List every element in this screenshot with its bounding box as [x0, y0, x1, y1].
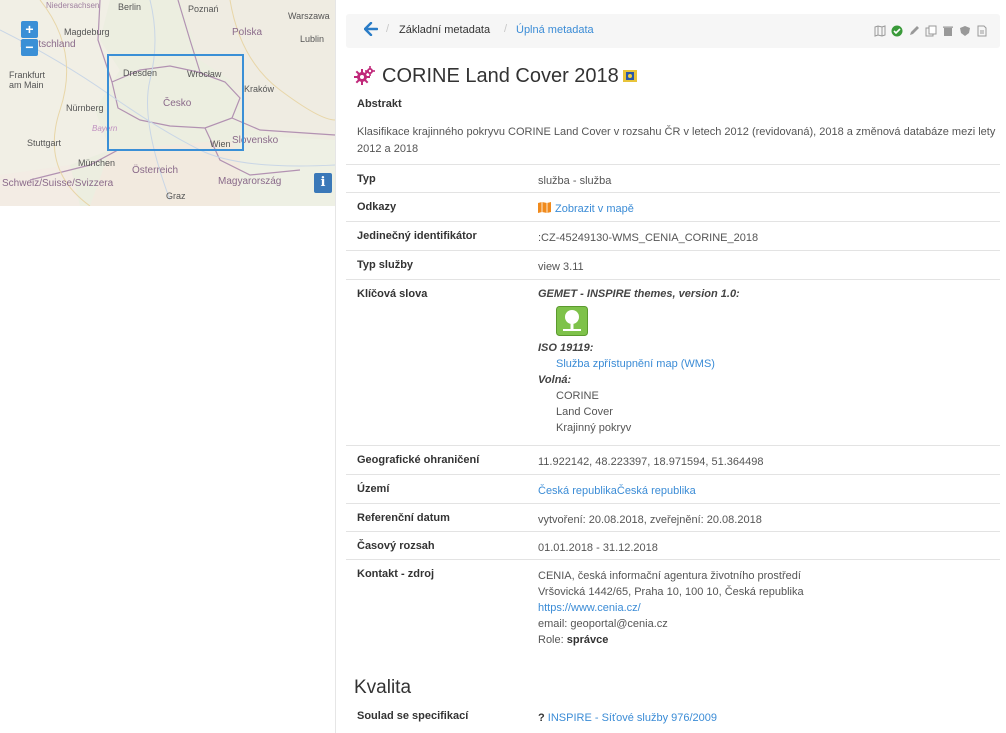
map-label: Polska — [232, 27, 263, 38]
map-label: Magyarország — [218, 176, 282, 187]
field-label: Území — [357, 483, 390, 495]
contact-email: email: geoportal@cenia.cz — [538, 618, 668, 630]
map-label: Österreich — [132, 165, 179, 176]
row-klicova-slova: Klíčová slova GEMET - INSPIRE themes, ve… — [346, 279, 1000, 446]
contact-block: CENIA, česká informační agentura životní… — [538, 568, 804, 648]
field-label: Odkazy — [357, 201, 397, 213]
conformity-value: ? INSPIRE - Síťové služby 976/2009 — [538, 710, 717, 726]
field-value: view 3.11 — [538, 261, 584, 273]
breadcrumb-upln-metadata[interactable]: Úplná metadata — [516, 24, 594, 36]
show-in-map-link[interactable]: Zobrazit v mapě — [538, 201, 634, 217]
field-label: Jedinečný identifikátor — [357, 230, 477, 242]
breadcrumb-separator: / — [386, 23, 390, 35]
contact-organization: CENIA, česká informační agentura životní… — [538, 570, 801, 582]
row-uzemi: Území Česká republikaČeská republika — [346, 474, 1000, 504]
field-value: :CZ-45249130-WMS_CENIA_CORINE_2018 — [538, 232, 759, 244]
keywords-block: GEMET - INSPIRE themes, version 1.0: ISO… — [538, 286, 740, 436]
map-label: Poznań — [188, 4, 219, 14]
contact-role-label: Role: — [538, 634, 564, 646]
contact-role: Role: správce — [538, 632, 804, 648]
zoom-in-button[interactable]: + — [21, 21, 38, 38]
map-label: Nürnberg — [66, 103, 104, 113]
territory-link[interactable]: Česká republikaČeská republika — [538, 483, 696, 499]
field-value: 01.01.2018 - 31.12.2018 — [538, 542, 658, 554]
row-kontakt: Kontakt - zdroj CENIA, česká informační … — [346, 559, 1000, 662]
keyword-item: CORINE — [556, 390, 599, 402]
row-referencni-datum: Referenční datum vytvoření: 20.08.2018, … — [346, 503, 1000, 532]
shield-icon[interactable] — [959, 24, 971, 38]
abstract-heading: Abstrakt — [357, 98, 402, 110]
keyword-thesaurus-gemet: GEMET - INSPIRE themes, version 1.0: — [538, 288, 740, 300]
eu-flag-icon — [622, 70, 637, 82]
field-label: Typ — [357, 173, 376, 185]
map-label: Lublin — [300, 34, 325, 44]
map-label: Berlin — [118, 2, 142, 12]
map-label: Stuttgart — [27, 138, 62, 148]
back-arrow-icon[interactable] — [363, 21, 379, 38]
map-label: Kraków — [244, 84, 275, 94]
pdf-icon[interactable] — [976, 24, 988, 38]
contact-role-value: správce — [566, 634, 609, 646]
field-label: Klíčová slova — [357, 288, 428, 300]
row-casovy-rozsah: Časový rozsah 01.01.2018 - 31.12.2018 — [346, 531, 1000, 560]
copy-icon[interactable] — [925, 24, 937, 38]
map-label: Magdeburg — [64, 27, 110, 37]
row-identifikator: Jedinečný identifikátor :CZ-45249130-WMS… — [346, 221, 1000, 251]
show-in-map-label: Zobrazit v mapě — [555, 203, 634, 215]
contact-address: Vršovická 1442/65, Praha 10, 100 10, Čes… — [538, 586, 804, 598]
map-view[interactable]: Niedersachsen Berlin Poznań Polska Warsz… — [0, 0, 335, 206]
page-title: CORINE Land Cover 2018 — [382, 64, 619, 87]
keyword-item: Krajinný pokryv — [556, 422, 632, 434]
conformity-unknown-marker: ? — [538, 712, 545, 724]
record-title-row: CORINE Land Cover 2018 — [354, 62, 637, 90]
map-label: Graz — [166, 191, 186, 201]
pencil-icon[interactable] — [908, 24, 920, 38]
map-info-button[interactable]: i — [314, 173, 332, 193]
toolbar-actions — [874, 24, 988, 38]
keyword-item: Land Cover — [556, 406, 613, 418]
field-label: Typ služby — [357, 259, 414, 271]
conformity-spec-link[interactable]: INSPIRE - Síťové služby 976/2009 — [548, 712, 717, 724]
field-label: Referenční datum — [357, 512, 450, 524]
left-panel: Niedersachsen Berlin Poznań Polska Warsz… — [0, 0, 336, 733]
field-value: 11.922142, 48.223397, 18.971594, 51.3644… — [538, 456, 764, 468]
map-label: München — [78, 158, 116, 168]
map-extent-box — [107, 54, 244, 151]
contact-url-link[interactable]: https://www.cenia.cz/ — [538, 600, 804, 616]
row-geograficke-ohraniceni: Geografické ohraničení 11.922142, 48.223… — [346, 445, 1000, 475]
map-label: Warszawa — [288, 11, 330, 21]
zoom-out-button[interactable]: − — [21, 39, 38, 56]
breadcrumb-zakladni-metadata[interactable]: Základní metadata — [399, 24, 490, 36]
row-typ-sluzby: Typ služby view 3.11 — [346, 250, 1000, 280]
abstract-text: Klasifikace krajinného pokryvu CORINE La… — [357, 126, 996, 155]
map-label: Niedersachsen — [46, 1, 100, 10]
map-label: Schweiz/Suisse/Svizzera — [2, 178, 114, 189]
field-value: vytvoření: 20.08.2018, zveřejnění: 20.08… — [538, 514, 762, 526]
map-label: Frankfurt am Main — [9, 70, 46, 90]
metadata-panel: / Základní metadata / Úplná metadata COR… — [346, 0, 1000, 733]
field-label: Soulad se specifikací — [357, 710, 469, 722]
tree-theme-icon[interactable] — [556, 306, 588, 336]
section-title-kvalita: Kvalita — [354, 677, 412, 698]
map-icon[interactable] — [874, 24, 886, 38]
trash-icon[interactable] — [942, 24, 954, 38]
row-soulad: Soulad se specifikací ? INSPIRE - Síťové… — [346, 702, 1000, 733]
row-typ: Typ služba - služba — [346, 164, 1000, 193]
row-odkazy: Odkazy Zobrazit v mapě — [346, 192, 1000, 222]
service-gears-icon — [354, 66, 375, 85]
field-value: služba - služba — [538, 175, 612, 187]
field-label: Geografické ohraničení — [357, 454, 480, 466]
field-label: Časový rozsah — [357, 540, 435, 552]
keyword-thesaurus-volna: Volná: — [538, 374, 572, 386]
toolbar: / Základní metadata / Úplná metadata — [346, 14, 1000, 48]
keyword-thesaurus-iso: ISO 19119: — [538, 342, 594, 354]
keyword-link-wms[interactable]: Služba zpřístupnění map (WMS) — [538, 356, 740, 372]
field-label: Kontakt - zdroj — [357, 568, 434, 580]
check-icon[interactable] — [891, 24, 903, 38]
map-folded-icon — [538, 202, 551, 213]
breadcrumb-separator: / — [504, 23, 508, 35]
